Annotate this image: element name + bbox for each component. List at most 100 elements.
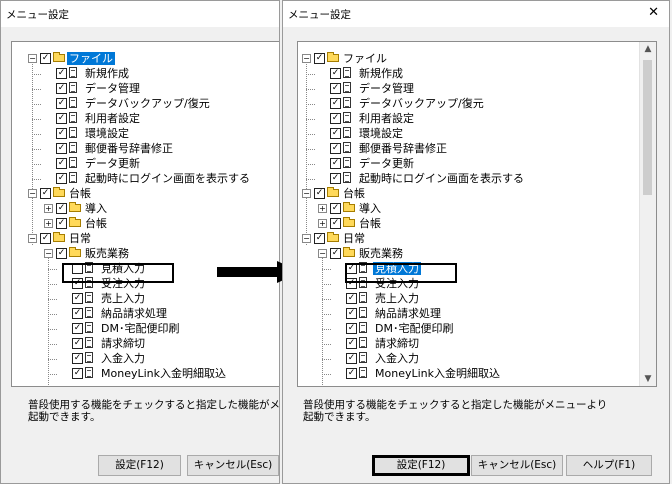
checkbox[interactable]: ✓ xyxy=(56,68,67,79)
dialog-title: メニュー設定 xyxy=(6,9,69,21)
tree-item-label: 日常 xyxy=(69,232,91,245)
checkbox[interactable]: ✓ xyxy=(330,203,341,214)
collapse-icon[interactable]: − xyxy=(28,234,37,243)
tree-item-label: 入金入力 xyxy=(375,352,419,365)
menu-tree[interactable]: − ✓ ファイル ✓ 新規作成 ✓ データ管理 ✓ データバックアップ/復元 ✓ 利用者設定 ✓ 環境設… xyxy=(297,41,657,387)
checkbox[interactable]: ✓ xyxy=(330,68,341,79)
tree-branch-line xyxy=(322,344,331,345)
vertical-scrollbar[interactable]: ▲ ▼ xyxy=(639,42,656,386)
checkbox[interactable]: ✓ xyxy=(56,143,67,154)
checkbox[interactable]: ✓ xyxy=(330,248,341,259)
document-icon xyxy=(69,157,77,168)
tree-item-label: 環境設定 xyxy=(85,127,129,140)
left-dialog: メニュー設定 − ✓ ファイル ✓ 新規作成 ✓ データ管理 ✓ データバックアップ/復元 ✓ 利用… xyxy=(0,0,280,484)
expand-icon[interactable]: + xyxy=(44,219,53,228)
checkbox[interactable]: ✓ xyxy=(346,308,357,319)
checkbox[interactable]: ✓ xyxy=(330,98,341,109)
tree-branch-line xyxy=(306,149,315,150)
checkbox[interactable]: ✓ xyxy=(346,293,357,304)
tree-item-label: MoneyLink入金明細取込 xyxy=(375,367,500,380)
tree-item-label: 郵便番号辞書修正 xyxy=(85,142,173,155)
expand-icon[interactable]: + xyxy=(318,204,327,213)
help-message: 普段使用する機能をチェックすると指定した機能がメニューより 起動できます。 xyxy=(303,399,608,423)
folder-open-icon xyxy=(53,187,65,197)
checkbox[interactable]: ✓ xyxy=(330,173,341,184)
checkbox[interactable]: ✓ xyxy=(72,353,83,364)
document-icon xyxy=(343,157,351,168)
checkbox[interactable]: ✓ xyxy=(56,248,67,259)
tree-branch-line xyxy=(322,269,331,270)
checkbox[interactable]: ✓ xyxy=(314,53,325,64)
checkbox[interactable]: ✓ xyxy=(56,128,67,139)
document-icon xyxy=(343,142,351,153)
checkbox[interactable]: ✓ xyxy=(330,143,341,154)
tree-item-label: 環境設定 xyxy=(359,127,403,140)
checkbox[interactable]: ✓ xyxy=(346,368,357,379)
checkbox[interactable]: ✓ xyxy=(40,233,51,244)
collapse-icon[interactable]: − xyxy=(44,249,53,258)
dialog-title: メニュー設定 xyxy=(288,9,351,21)
checkbox[interactable]: ✓ xyxy=(56,113,67,124)
expand-icon[interactable]: + xyxy=(44,204,53,213)
tree-branch-line xyxy=(306,104,315,105)
checkbox[interactable]: ✓ xyxy=(346,353,357,364)
tree-guide-line xyxy=(48,257,49,386)
checkbox[interactable]: ✓ xyxy=(330,113,341,124)
checkbox[interactable]: ✓ xyxy=(56,98,67,109)
title-bar: メニュー設定 xyxy=(1,1,279,27)
checkbox[interactable]: ✓ xyxy=(56,203,67,214)
checkbox[interactable]: ✓ xyxy=(330,128,341,139)
menu-tree[interactable]: − ✓ ファイル ✓ 新規作成 ✓ データ管理 ✓ データバックアップ/復元 ✓ 利用者設定 ✓ 環境設… xyxy=(11,41,279,387)
help-button[interactable]: ヘルプ(F1) xyxy=(566,455,652,476)
document-icon xyxy=(359,307,367,318)
checkbox[interactable]: ✓ xyxy=(72,338,83,349)
tree-guide-line xyxy=(32,59,33,245)
tree-branch-line xyxy=(306,134,315,135)
tree-item-label: データ更新 xyxy=(359,157,414,170)
checkbox[interactable]: ✓ xyxy=(346,338,357,349)
collapse-icon[interactable]: − xyxy=(28,54,37,63)
scroll-down-icon[interactable]: ▼ xyxy=(640,374,656,384)
tree-branch-line xyxy=(48,299,57,300)
tree-branch-line xyxy=(48,359,57,360)
checkbox[interactable]: ✓ xyxy=(56,218,67,229)
checkbox[interactable]: ✓ xyxy=(314,188,325,199)
document-icon xyxy=(343,67,351,78)
checkbox[interactable]: ✓ xyxy=(40,188,51,199)
checkbox[interactable]: ✓ xyxy=(314,233,325,244)
checkbox[interactable]: ✓ xyxy=(40,53,51,64)
checkbox[interactable]: ✓ xyxy=(56,173,67,184)
checkbox[interactable]: ✓ xyxy=(330,218,341,229)
scroll-up-icon[interactable]: ▲ xyxy=(640,44,656,54)
checkbox[interactable]: ✓ xyxy=(72,368,83,379)
document-icon xyxy=(359,352,367,363)
collapse-icon[interactable]: − xyxy=(28,189,37,198)
collapse-icon[interactable]: − xyxy=(302,234,311,243)
checkbox[interactable]: ✓ xyxy=(330,158,341,169)
checkbox[interactable]: ✓ xyxy=(72,308,83,319)
checkbox[interactable]: ✓ xyxy=(346,323,357,334)
tree-branch-line xyxy=(306,119,315,120)
tree-item-label: 新規作成 xyxy=(359,67,403,80)
checkbox[interactable]: ✓ xyxy=(56,158,67,169)
checkbox[interactable]: ✓ xyxy=(56,83,67,94)
folder-icon xyxy=(69,217,81,227)
close-icon[interactable]: ✕ xyxy=(648,5,659,20)
checkbox[interactable]: ✓ xyxy=(330,83,341,94)
scroll-thumb[interactable] xyxy=(643,60,652,195)
checkbox[interactable]: ✓ xyxy=(72,293,83,304)
cancel-button[interactable]: キャンセル(Esc) xyxy=(471,455,563,476)
settings-button[interactable]: 設定(F12) xyxy=(372,455,470,476)
document-icon xyxy=(69,82,77,93)
collapse-icon[interactable]: − xyxy=(318,249,327,258)
cancel-button[interactable]: キャンセル(Esc) xyxy=(187,455,279,476)
tree-branch-line xyxy=(322,374,331,375)
checkbox[interactable]: ✓ xyxy=(72,323,83,334)
collapse-icon[interactable]: − xyxy=(302,54,311,63)
collapse-icon[interactable]: − xyxy=(302,189,311,198)
expand-icon[interactable]: + xyxy=(318,219,327,228)
tree-branch-line xyxy=(48,329,57,330)
document-icon xyxy=(69,112,77,123)
tree-item-label: 導入 xyxy=(85,202,107,215)
settings-button[interactable]: 設定(F12) xyxy=(98,455,181,476)
